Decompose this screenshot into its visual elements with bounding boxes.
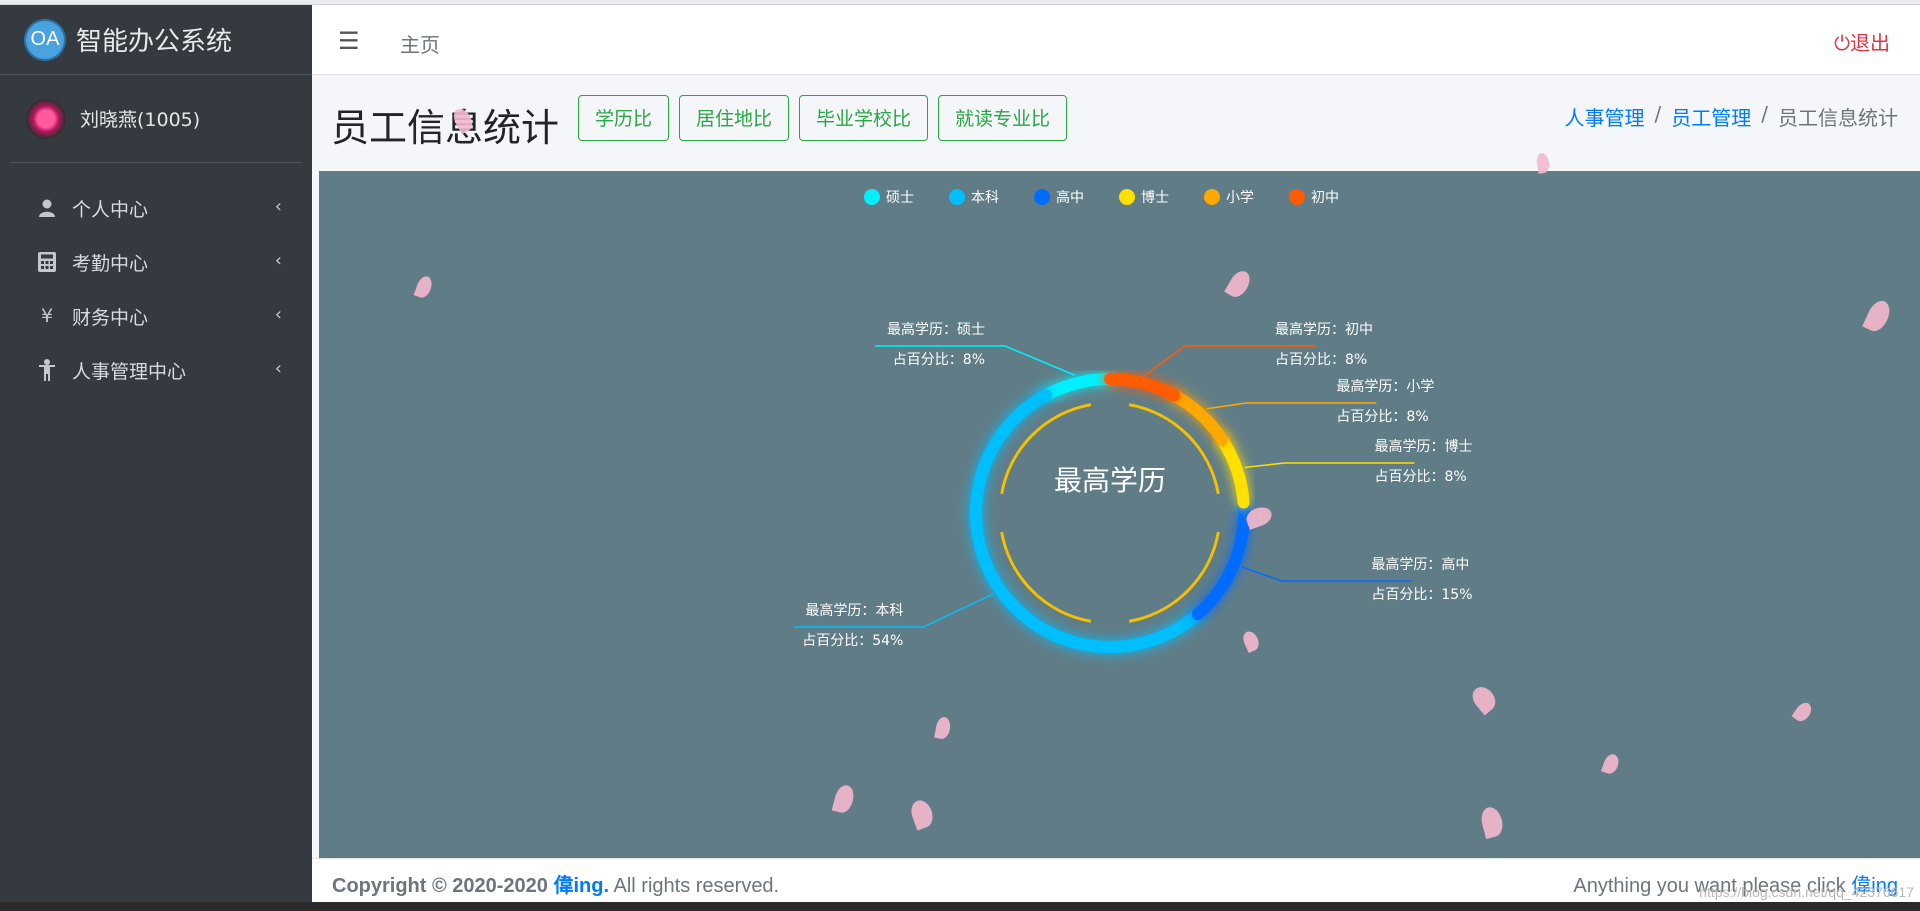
education-donut-chart[interactable]: 硕士 本科 高中 博士 小学 初中 最高学历：硕士占百分比：8%最高学历：本科占百分比：5… [319, 171, 1920, 858]
breadcrumb-current: 员工信息统计 [1778, 106, 1898, 130]
label-category: 最高学历：博士 [1374, 438, 1472, 455]
breadcrumb-employee[interactable]: 员工管理 [1671, 102, 1751, 131]
person-icon [36, 359, 58, 381]
sidebar-item-label: 人事管理中心 [72, 360, 187, 383]
footer-brand-link[interactable]: 偉ing. [554, 875, 610, 897]
logout-button[interactable]: ⏻退出 [1834, 27, 1890, 56]
label-leader-line [1206, 402, 1377, 410]
sidebar-nav: 个人中心 ‹ 考勤中心 ‹ ¥ 财务中心 ‹ 人事管理中心 ‹ [0, 181, 312, 397]
chart-segment[interactable] [1167, 389, 1229, 447]
power-icon: ⏻ [1834, 31, 1850, 55]
user-name: 刘晓燕(1005) [80, 109, 201, 131]
legend-label: 高中 [1056, 189, 1084, 206]
chart-data-label: 最高学历：本科占百分比：54% [793, 593, 994, 649]
school-ratio-button[interactable]: 毕业学校比 [799, 95, 929, 141]
content-header: 员工信息统计 学历比 居住地比 毕业学校比 就读专业比 人事管理 / 员工管理 … [312, 75, 1920, 171]
label-percent: 占百分比：8% [1374, 469, 1466, 485]
chevron-left-icon: ‹ [274, 196, 282, 217]
sidebar-item-attendance[interactable]: 考勤中心 ‹ [0, 235, 312, 289]
sidebar-item-label: 考勤中心 [72, 252, 149, 275]
avatar [26, 98, 66, 139]
label-percent: 占百分比：8% [1336, 409, 1428, 425]
bottom-bar [0, 902, 1920, 911]
legend-swatch [1119, 189, 1135, 205]
sidebar-item-label: 个人中心 [72, 198, 149, 221]
chart-segment[interactable] [1191, 496, 1250, 621]
chart-inner-ring [1000, 403, 1220, 623]
chart-segment[interactable] [1040, 373, 1116, 402]
logout-label: 退出 [1850, 31, 1890, 55]
legend-label: 小学 [1226, 190, 1254, 206]
label-category: 最高学历：本科 [805, 602, 903, 619]
nav-home-link[interactable]: 主页 [400, 29, 440, 58]
chart-legend: 硕士 本科 高中 博士 小学 初中 [864, 189, 1339, 206]
chevron-left-icon: ‹ [274, 358, 282, 379]
legend-swatch [864, 189, 880, 205]
chart-data-label: 最高学历：博士占百分比：8% [1244, 438, 1472, 485]
breadcrumb-separator: / [1654, 102, 1662, 126]
sidebar-item-hr[interactable]: 人事管理中心 ‹ [0, 343, 312, 397]
top-navbar: ☰ 主页 ⏻退出 [312, 5, 1920, 75]
education-ratio-button[interactable]: 学历比 [578, 95, 670, 141]
legend-label: 硕士 [886, 190, 914, 206]
brand[interactable]: OA 智能办公系统 [0, 5, 312, 75]
legend-item[interactable]: 硕士 [864, 189, 914, 206]
label-percent: 占百分比：54% [802, 633, 903, 649]
sidebar-item-label: 财务中心 [72, 306, 149, 329]
chart-data-label: 最高学历：硕士占百分比：8% [875, 321, 1076, 377]
user-panel[interactable]: 刘晓燕(1005) [10, 75, 302, 163]
breadcrumb-separator: / [1761, 102, 1768, 126]
copyright-prefix: Copyright © 2020-2020 [332, 875, 548, 897]
chart-segment[interactable] [1216, 434, 1250, 509]
residence-ratio-button[interactable]: 居住地比 [679, 95, 790, 141]
chart-data-label: 最高学历：小学占百分比：8% [1206, 378, 1434, 425]
yen-icon: ¥ [40, 305, 54, 327]
calculator-icon [36, 251, 58, 273]
app-title: 智能办公系统 [76, 27, 233, 57]
legend-swatch [949, 189, 965, 205]
label-category: 最高学历：小学 [1336, 378, 1434, 395]
footer: Copyright © 2020-2020 偉ing. All rights r… [312, 858, 1920, 902]
label-leader-line [1244, 462, 1415, 469]
breadcrumb: 人事管理 / 员工管理 / 员工信息统计 [1565, 102, 1899, 131]
legend-label: 本科 [971, 190, 999, 206]
rights-text: All rights reserved. [613, 875, 780, 897]
page-title: 员工信息统计 [331, 106, 560, 150]
app-logo-icon: OA [24, 18, 66, 61]
menu-toggle-icon[interactable]: ☰ [338, 27, 360, 55]
label-percent: 占百分比：8% [893, 352, 985, 368]
label-percent: 占百分比：8% [1275, 352, 1367, 368]
watermark: https://blog.csdn.net/qq_42376617 [1699, 884, 1914, 900]
sidebar: OA 智能办公系统 刘晓燕(1005) 个人中心 ‹ 考勤中心 ‹ ¥ 财务中心… [0, 5, 312, 911]
label-percent: 占百分比：15% [1371, 587, 1472, 603]
legend-swatch [1289, 189, 1305, 205]
stat-button-group: 学历比 居住地比 毕业学校比 就读专业比 [578, 95, 1068, 141]
label-category: 最高学历：初中 [1275, 321, 1373, 338]
copyright: Copyright © 2020-2020 偉ing. All rights r… [332, 869, 779, 898]
legend-item[interactable]: 初中 [1289, 189, 1339, 206]
user-icon [36, 197, 58, 219]
legend-item[interactable]: 本科 [949, 189, 999, 206]
chart-segment[interactable] [1104, 373, 1180, 402]
sidebar-item-finance[interactable]: ¥ 财务中心 ‹ [0, 289, 312, 343]
legend-swatch [1204, 189, 1220, 205]
education-chart-panel: 硕士 本科 高中 博士 小学 初中 最高学历：硕士 占百分比：8% 最高学历：本科 占百分比：5… [319, 171, 1920, 858]
chart-center-title: 最高学历 [1054, 464, 1166, 497]
legend-item[interactable]: 高中 [1034, 189, 1084, 206]
legend-swatch [1034, 189, 1050, 205]
legend-label: 初中 [1311, 189, 1339, 206]
label-category: 最高学历：高中 [1371, 556, 1469, 573]
chevron-left-icon: ‹ [274, 250, 282, 271]
label-category: 最高学历：硕士 [887, 321, 985, 338]
legend-label: 博士 [1141, 189, 1169, 206]
legend-item[interactable]: 博士 [1119, 189, 1169, 206]
chart-data-label: 最高学历：高中占百分比：15% [1241, 556, 1473, 603]
legend-item[interactable]: 小学 [1204, 189, 1254, 206]
major-ratio-button[interactable]: 就读专业比 [938, 95, 1068, 141]
sidebar-item-personal[interactable]: 个人中心 ‹ [0, 181, 312, 235]
chart-data-label: 最高学历：初中占百分比：8% [1144, 321, 1373, 376]
chart-ring [970, 373, 1250, 653]
breadcrumb-hr[interactable]: 人事管理 [1565, 102, 1645, 131]
chevron-left-icon: ‹ [274, 304, 282, 325]
